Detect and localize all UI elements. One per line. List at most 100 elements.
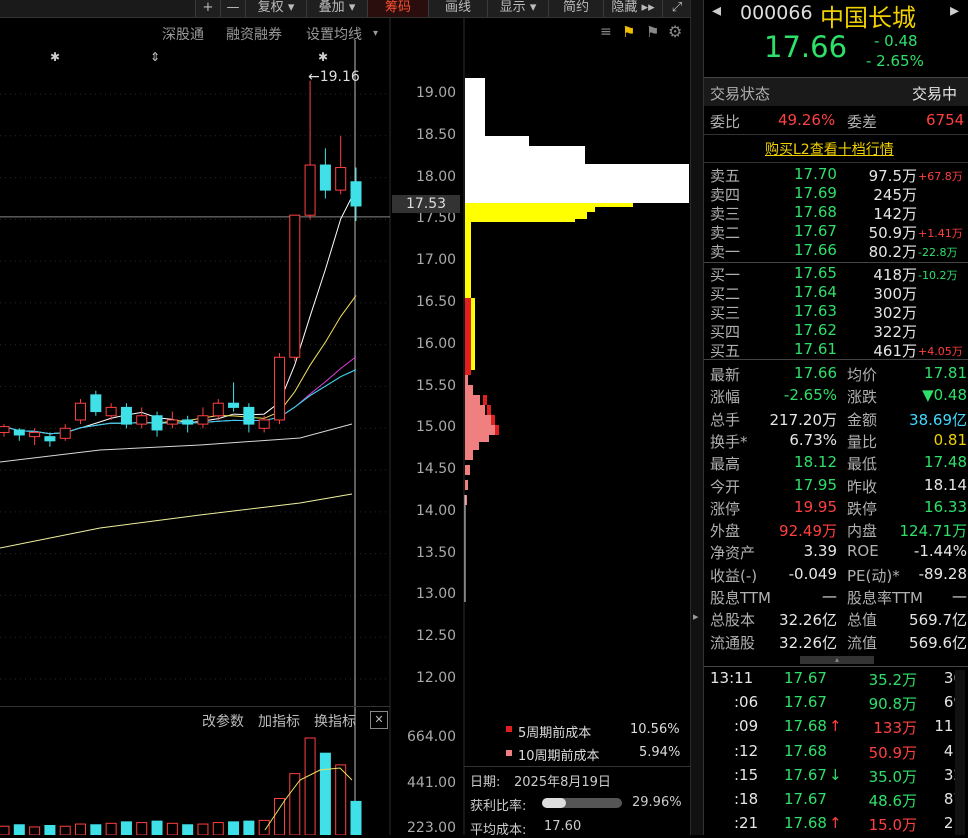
tick-row: 13:11 17.67 35.2万 30 — [704, 669, 968, 689]
divider — [704, 359, 968, 360]
level-price: 17.68 — [794, 203, 837, 221]
chip-bar — [465, 415, 491, 425]
level-label: 买四 — [710, 323, 741, 341]
kline-chart[interactable] — [0, 0, 690, 835]
chip-bar — [465, 203, 633, 207]
stat-label: 总手 — [710, 410, 741, 429]
level-label: 卖三 — [710, 205, 741, 223]
candle-body — [29, 431, 41, 438]
tick-time: :15 — [734, 765, 759, 784]
volume-bar — [120, 821, 132, 835]
tick-time: :09 — [734, 717, 759, 736]
level-volume: 302万 — [873, 304, 917, 322]
collapse-arrow-icon[interactable]: ▸ — [693, 610, 701, 630]
ma-line — [3, 356, 357, 435]
event-marker-icon[interactable]: ⇕ — [150, 50, 160, 64]
stat-label: 涨跌 — [847, 388, 878, 407]
candle-body — [335, 167, 347, 191]
volume-bar — [197, 823, 209, 835]
event-marker-icon[interactable]: ✱ — [318, 50, 328, 64]
bids-row[interactable]: 买二 17.64 300万 — [704, 283, 968, 303]
gear-icon[interactable]: ⚙ — [668, 22, 682, 41]
asks-row[interactable]: 卖二 17.67 50.9万 +1.41万 — [704, 222, 968, 242]
stat-value: 6.73% — [789, 430, 837, 449]
tick-volume: 48.6万 — [868, 792, 917, 810]
stats-row: 外盘 92.49万 内盘 124.71万 — [704, 520, 968, 541]
asks-row[interactable]: 卖五 17.70 97.5万 +67.8万 — [704, 165, 968, 185]
stat-label: 换手* — [710, 432, 748, 451]
bids-row[interactable]: 买三 17.63 302万 — [704, 302, 968, 322]
bids-row[interactable]: 买五 17.61 461万 +4.05万 — [704, 340, 968, 360]
volume-bar — [212, 822, 224, 835]
stat-label: ROE — [847, 542, 879, 561]
stat-value: 124.71万 — [899, 522, 968, 541]
level-label: 买五 — [710, 342, 741, 360]
stat-label: 跌停 — [847, 499, 878, 518]
tick-row: :21 17.68 ↑ 15.0万 21 — [704, 814, 968, 834]
chip-flag-yellow-icon[interactable]: ⚑ — [622, 23, 635, 41]
chip-flag-gray-icon[interactable]: ⚑ — [646, 23, 659, 41]
event-marker-icon[interactable]: ✱ — [50, 50, 60, 64]
stat-value: 217.20万 — [769, 410, 838, 429]
stat-label: 金额 — [847, 410, 878, 429]
candle-body — [105, 406, 117, 417]
tick-arrow-icon: ↑ — [829, 814, 842, 833]
stats-row: 涨停 19.95 跌停 16.33 — [704, 498, 968, 518]
panel-splitter[interactable] — [690, 0, 704, 835]
stats-row: 换手* 6.73% 量比 0.81 — [704, 430, 968, 451]
asks-row[interactable]: 卖四 17.69 245万 — [704, 184, 968, 204]
next-stock-icon[interactable]: ▸ — [950, 0, 959, 21]
l2-upgrade-link[interactable]: 购买L2查看十档行情 — [765, 139, 894, 159]
avgcost-value: 17.60 — [544, 819, 582, 834]
bids-row[interactable]: 买四 17.62 322万 — [704, 321, 968, 341]
level-volume: 245万 — [873, 186, 917, 204]
tick-time: :12 — [734, 741, 759, 760]
divider — [704, 262, 968, 263]
ma-line — [3, 369, 357, 435]
tick-row: :09 17.68 ↑ 133万 111 — [704, 717, 968, 737]
scrollbar[interactable] — [955, 670, 965, 835]
add-indicator-button[interactable]: 加指标 — [258, 711, 300, 731]
stats-row: 最新 17.66 均价 17.81 — [704, 364, 968, 384]
candle-body — [90, 394, 102, 413]
candle-body — [0, 426, 10, 433]
asks-row[interactable]: 卖三 17.68 142万 — [704, 203, 968, 223]
level-delta: +4.05万 — [918, 345, 963, 358]
chip-settings-icon[interactable]: ≡ — [600, 24, 612, 40]
level-volume: 97.5万 — [868, 167, 917, 185]
avgcost-label: 平均成本: — [470, 823, 527, 838]
volume-bar — [182, 824, 194, 835]
volume-bars — [0, 737, 362, 835]
stat-value: 17.48 — [924, 453, 967, 472]
stats-row: 净资产 3.39 ROE -1.44% — [704, 542, 968, 562]
expand-handle-icon[interactable]: ▴ — [800, 656, 874, 664]
level-volume: 322万 — [873, 323, 917, 341]
tick-price: 17.68 — [784, 717, 827, 736]
legend-value: 5.94% — [639, 745, 681, 760]
volume-bar — [90, 824, 102, 835]
ma-line — [0, 423, 353, 463]
profit-value: 29.96% — [632, 795, 682, 810]
trade-status-row: 交易状态 交易中 — [704, 78, 968, 106]
stock-name: 中国长城 — [820, 4, 916, 32]
price-change: - 0.48 — [874, 32, 918, 50]
candle-body — [59, 427, 71, 439]
price-tick-label: 14.50 — [416, 461, 457, 478]
modify-params-button[interactable]: 改参数 — [202, 711, 244, 731]
switch-indicator-button[interactable]: 换指标 — [314, 711, 356, 731]
divider — [704, 666, 968, 667]
ratio-label: 委比 — [710, 113, 741, 131]
tick-arrow-icon: ↓ — [829, 765, 842, 784]
close-icon[interactable]: ✕ — [370, 711, 388, 729]
asks-row[interactable]: 卖一 17.66 80.2万 -22.8万 — [704, 241, 968, 261]
stat-value: 32.26亿 — [779, 611, 837, 630]
stat-value: 17.95 — [794, 475, 837, 494]
divider — [464, 766, 690, 767]
diff-value: 6754 — [926, 111, 965, 129]
volume-bar — [151, 820, 163, 835]
bids-row[interactable]: 买一 17.65 418万 -10.2万 — [704, 264, 968, 284]
volume-bar — [335, 764, 347, 835]
stat-label: 涨幅 — [710, 388, 741, 407]
prev-stock-icon[interactable]: ◂ — [712, 0, 721, 21]
price-tick-label: 18.50 — [416, 126, 457, 143]
